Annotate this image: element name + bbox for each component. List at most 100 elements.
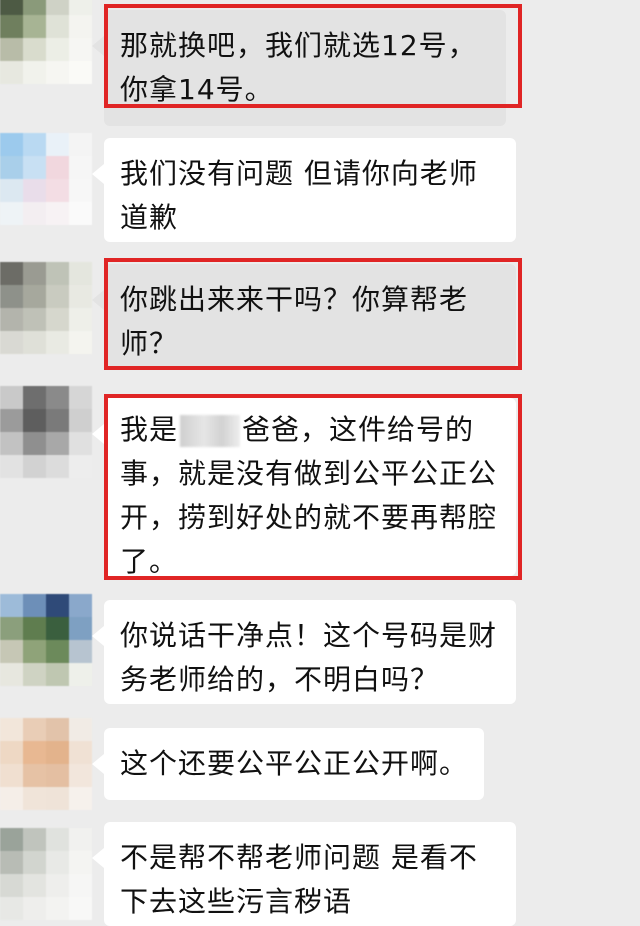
avatar-mosaic-tile [69,156,92,179]
avatar[interactable] [0,594,92,686]
avatar-mosaic-tile [23,386,46,409]
avatar-mosaic-tile [0,764,23,787]
avatar-mosaic-tile [0,308,23,331]
avatar-mosaic-tile [46,285,69,308]
avatar-mosaic-tile [69,663,92,686]
avatar-mosaic-tile [46,718,69,741]
avatar-mosaic-tile [23,331,46,354]
avatar-mosaic-tile [69,851,92,874]
avatar-mosaic-tile [23,663,46,686]
avatar[interactable] [0,0,92,84]
avatar-mosaic-tile [23,594,46,617]
avatar-mosaic-tile [69,308,92,331]
avatar-mosaic-tile [23,874,46,897]
message-bubble: 我是 爸爸，这件给号的事，就是没有做到公平公正公开，捞到好处的就不要再帮腔了。 [92,398,516,578]
avatar-mosaic-tile [69,179,92,202]
avatar-mosaic-tile [46,386,69,409]
avatar-mosaic-tile [23,455,46,478]
avatar-mosaic-tile [46,828,69,851]
avatar-mosaic-tile [23,156,46,179]
avatar-mosaic-tile [69,617,92,640]
avatar-mosaic-tile [23,718,46,741]
avatar-mosaic-tile [46,133,69,156]
avatar-mosaic-tile [0,15,23,38]
avatar-mosaic-tile [69,764,92,787]
avatar-mosaic-tile [23,741,46,764]
avatar-mosaic-tile [69,38,92,61]
avatar-mosaic-tile [46,897,69,920]
avatar-mosaic-tile [46,851,69,874]
avatar[interactable] [0,828,92,920]
avatar-mosaic-tile [0,787,23,810]
avatar-mosaic-tile [23,202,46,225]
avatar-mosaic-tile [23,38,46,61]
censored-name-blur [180,415,241,447]
avatar-mosaic-tile [46,61,69,84]
avatar-mosaic-tile [69,386,92,409]
avatar-mosaic-tile [0,617,23,640]
avatar-mosaic-tile [0,897,23,920]
avatar-mosaic-tile [23,61,46,84]
avatar-mosaic-tile [46,0,69,15]
avatar-mosaic-tile [0,61,23,84]
avatar-mosaic-tile [0,851,23,874]
avatar-mosaic-tile [69,455,92,478]
avatar[interactable] [0,262,92,354]
avatar-mosaic-tile [46,308,69,331]
avatar-mosaic-tile [69,285,92,308]
message-text: 不是帮不帮老师问题 是看不下去这些污言秽语 [120,841,478,918]
avatar[interactable] [0,133,92,225]
avatar[interactable] [0,718,92,810]
avatar-mosaic-tile [0,409,23,432]
avatar-mosaic-tile [46,663,69,686]
avatar-mosaic-tile [46,455,69,478]
avatar-mosaic-tile [46,640,69,663]
avatar-mosaic-tile [46,331,69,354]
message-bubble: 不是帮不帮老师问题 是看不下去这些污言秽语 [92,822,516,926]
avatar-mosaic-tile [46,156,69,179]
message-bubble: 你说话干净点！这个号码是财务老师给的，不明白吗？ [92,600,516,704]
avatar-mosaic-tile [23,828,46,851]
avatar-mosaic-tile [69,640,92,663]
message-text: 你说话干净点！这个号码是财务老师给的，不明白吗？ [120,619,498,696]
avatar-mosaic-tile [69,15,92,38]
avatar-mosaic-tile [46,409,69,432]
avatar-mosaic-tile [0,741,23,764]
avatar-mosaic-tile [23,179,46,202]
avatar-mosaic-tile [46,764,69,787]
avatar-mosaic-tile [69,202,92,225]
avatar-mosaic-tile [69,262,92,285]
avatar-mosaic-tile [0,718,23,741]
avatar-mosaic-tile [0,133,23,156]
avatar[interactable] [0,386,92,478]
avatar-mosaic-tile [23,764,46,787]
avatar-mosaic-tile [69,741,92,764]
message-bubble: 你跳出来来干吗？你算帮老师？ [92,264,516,368]
avatar-mosaic-tile [0,432,23,455]
avatar-mosaic-tile [23,851,46,874]
avatar-mosaic-tile [0,156,23,179]
avatar-mosaic-tile [46,874,69,897]
avatar-mosaic-tile [0,386,23,409]
message-text: 我们没有问题 但请你向老师道歉 [120,157,478,234]
avatar-mosaic-tile [46,594,69,617]
avatar-mosaic-tile [0,0,23,15]
avatar-mosaic-tile [69,0,92,15]
avatar-mosaic-tile [23,787,46,810]
avatar-mosaic-tile [69,133,92,156]
avatar-mosaic-tile [69,874,92,897]
message-text: 你跳出来来干吗？你算帮老师？ [120,283,469,360]
avatar-mosaic-tile [69,594,92,617]
avatar-mosaic-tile [46,432,69,455]
avatar-mosaic-tile [69,718,92,741]
avatar-mosaic-tile [23,617,46,640]
avatar-mosaic-tile [46,617,69,640]
avatar-mosaic-tile [23,409,46,432]
message-bubble: 那就换吧，我们就选12号，你拿14号。 [92,10,506,126]
avatar-mosaic-tile [0,640,23,663]
avatar-mosaic-tile [23,308,46,331]
avatar-mosaic-tile [23,133,46,156]
message-bubble: 这个还要公平公正公开啊。 [92,728,484,800]
avatar-mosaic-tile [0,38,23,61]
avatar-mosaic-tile [23,15,46,38]
